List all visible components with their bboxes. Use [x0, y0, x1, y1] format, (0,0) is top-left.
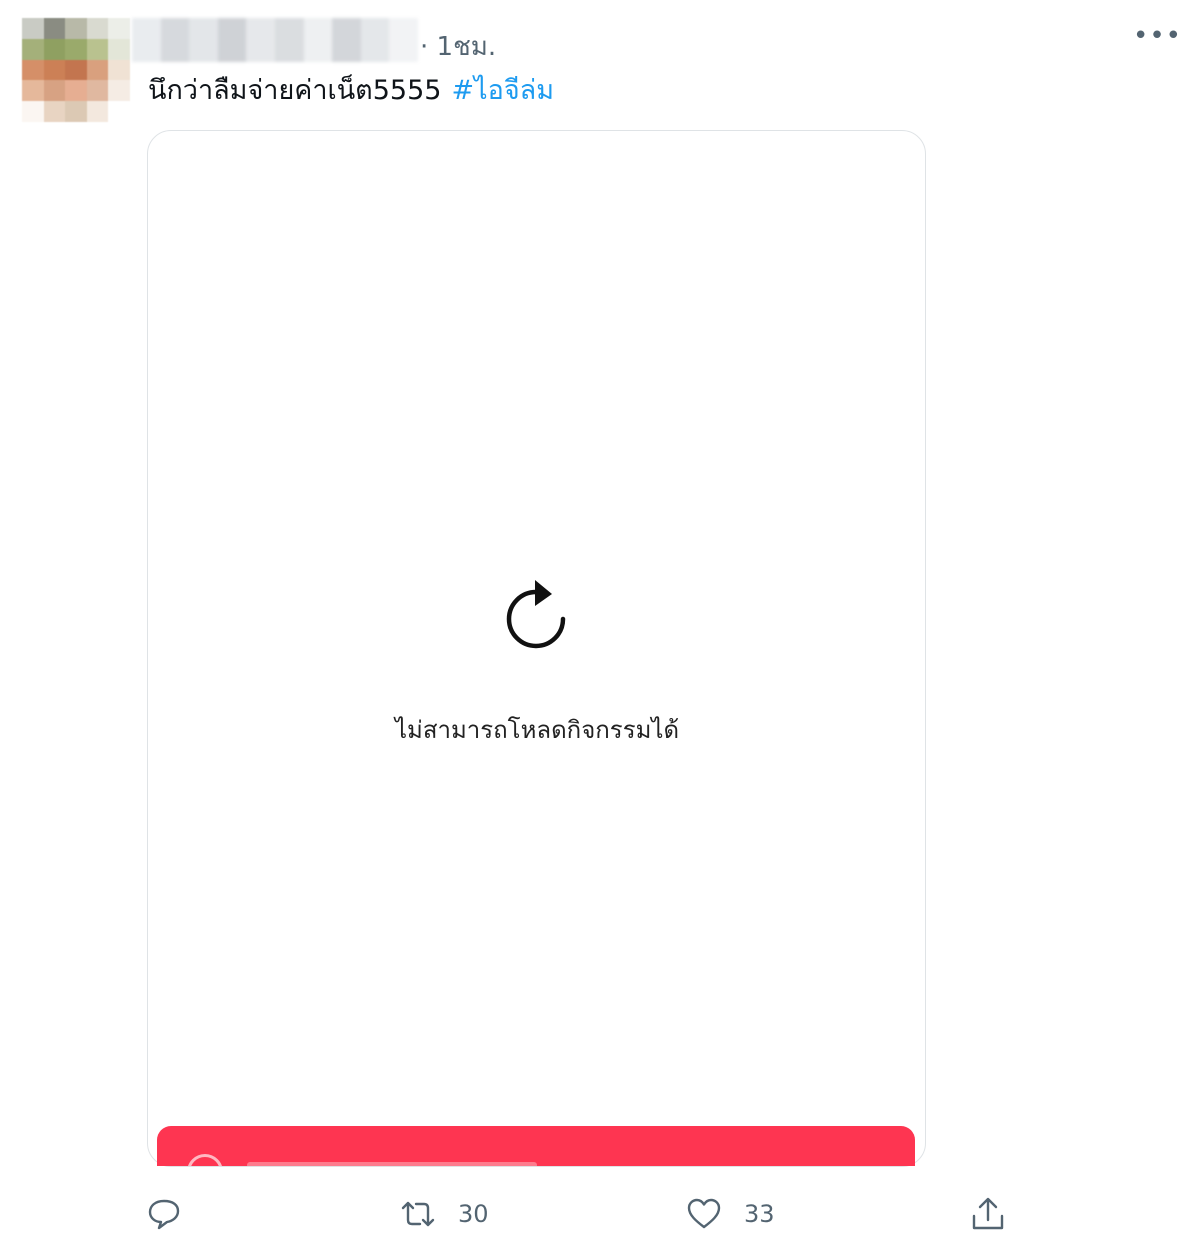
like-button[interactable]: 33	[686, 1190, 775, 1238]
heart-icon	[687, 1198, 721, 1229]
error-message: ไม่สามารถโหลดกิจกรรมได้	[394, 716, 680, 744]
tweet-actions: 30 33	[0, 1190, 1200, 1240]
retweet-button[interactable]: 30	[400, 1190, 489, 1238]
bar-obscured-text	[247, 1162, 537, 1166]
tweet-body: นึกว่าลืมจ่ายค่าเน็ต5555	[148, 75, 442, 106]
embed-action-bar[interactable]	[157, 1126, 915, 1166]
tweet-timestamp[interactable]: · 1ชม.	[420, 26, 496, 67]
reload-icon[interactable]	[502, 578, 574, 654]
share-icon	[972, 1197, 1004, 1230]
retweet-count: 30	[458, 1200, 489, 1228]
like-count: 33	[744, 1200, 775, 1228]
more-options-icon[interactable]: •••	[1133, 23, 1182, 49]
display-name-blurred[interactable]	[132, 18, 418, 62]
reply-icon	[148, 1199, 180, 1230]
share-button[interactable]	[970, 1190, 1006, 1238]
tweet-text: นึกว่าลืมจ่ายค่าเน็ต5555 #ไอจีล่ม	[148, 68, 554, 111]
hashtag-link[interactable]: #ไอจีล่ม	[451, 75, 554, 106]
reply-button[interactable]	[146, 1190, 204, 1238]
bar-circle-icon	[187, 1154, 223, 1166]
retweet-icon	[401, 1201, 435, 1227]
avatar[interactable]	[22, 18, 130, 122]
